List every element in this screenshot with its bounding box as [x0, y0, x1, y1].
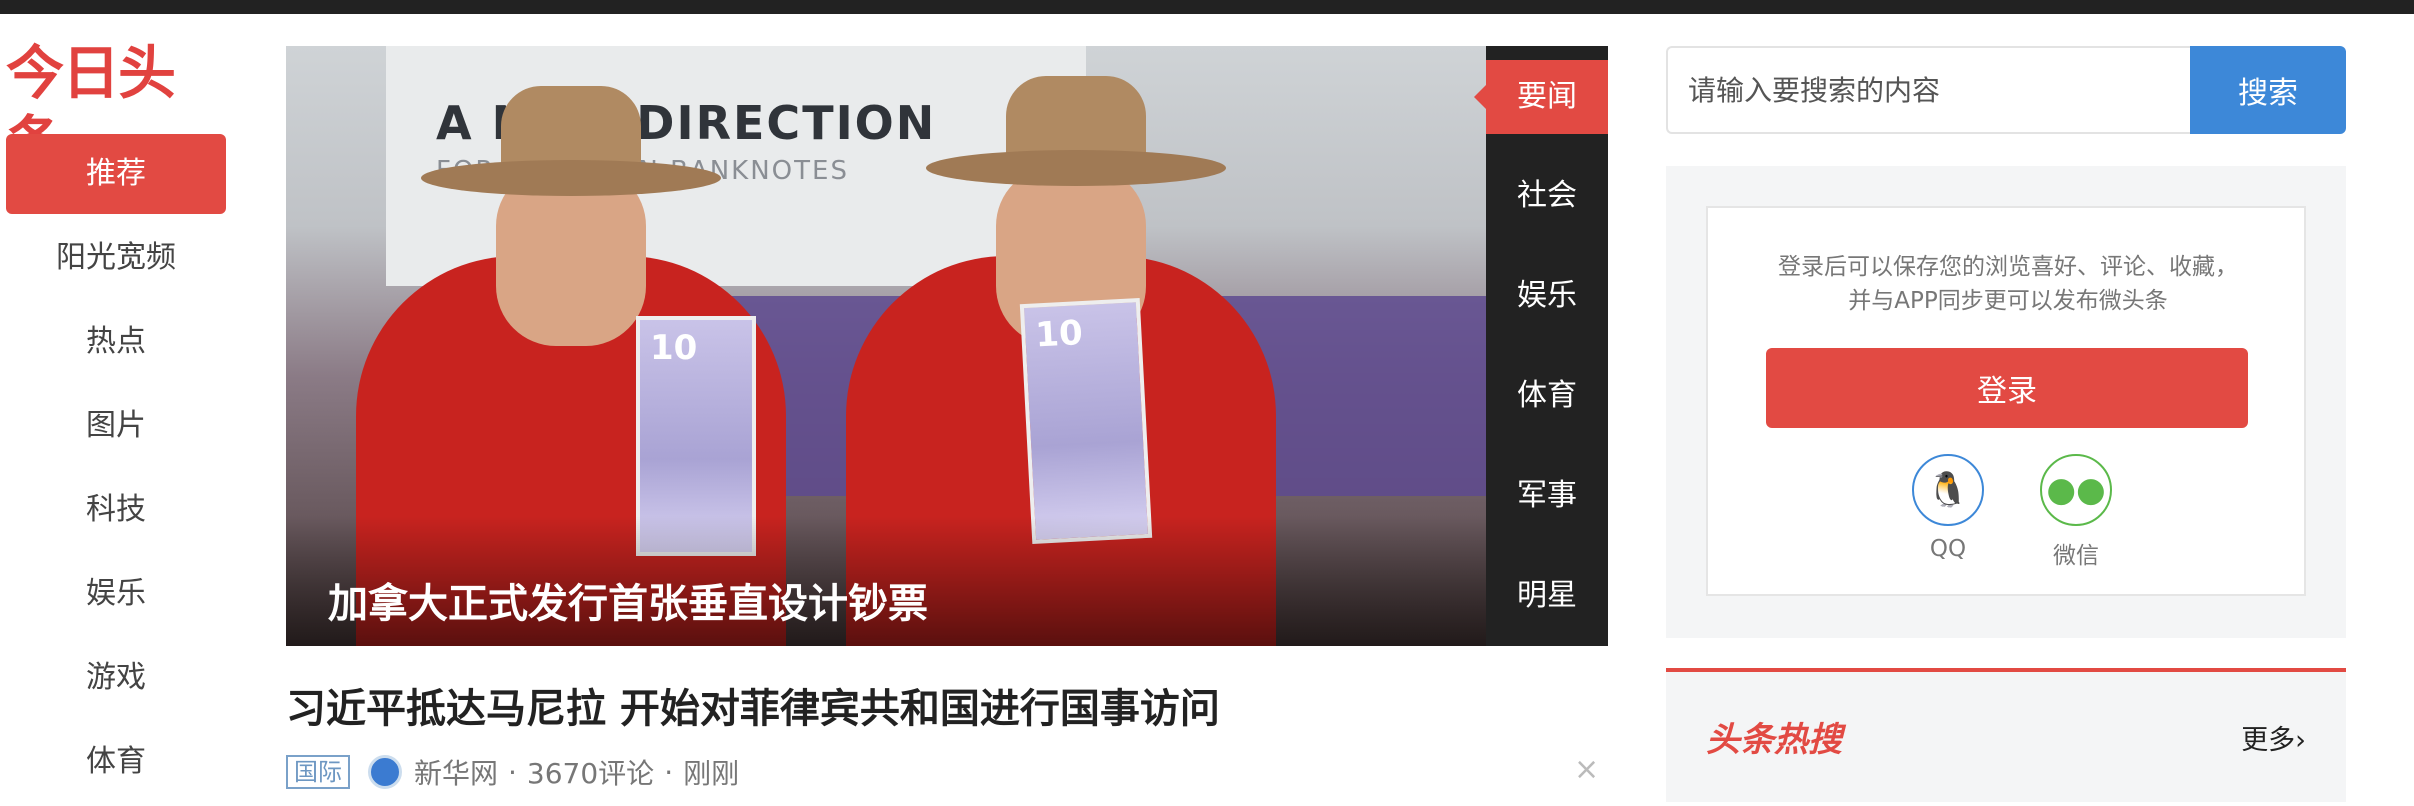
nav-item-tech[interactable]: 科技	[6, 470, 226, 550]
search-bar: 搜索	[1666, 46, 2346, 134]
dismiss-article-icon[interactable]: ×	[1574, 752, 1599, 787]
wechat-label: 微信	[2053, 543, 2099, 569]
hero-tab-entertainment[interactable]: 娱乐	[1486, 246, 1608, 346]
hero-tab-sports[interactable]: 体育	[1486, 346, 1608, 446]
hero-caption[interactable]: 加拿大正式发行首张垂直设计钞票	[328, 571, 928, 629]
officer-right-hat	[926, 76, 1226, 186]
top-bar	[0, 0, 2414, 14]
article-meta: 国际 新华网 · 3670评论 · 刚刚	[286, 752, 739, 792]
article-headline[interactable]: 习近平抵达马尼拉 开始对菲律宾共和国进行国事访问	[286, 676, 1220, 734]
article-source[interactable]: 新华网	[414, 752, 498, 792]
hero-tab-society[interactable]: 社会	[1486, 146, 1608, 246]
banknote-value: 10	[650, 328, 698, 368]
banknote-value: 10	[1034, 313, 1084, 356]
qq-login[interactable]: 🐧 QQ	[1898, 454, 1998, 562]
login-button[interactable]: 登录	[1766, 348, 2248, 428]
site-logo[interactable]: 今日头条	[6, 38, 226, 177]
nav-item-recommend[interactable]: 推荐	[6, 134, 226, 214]
login-panel: 登录后可以保存您的浏览喜好、评论、收藏， 并与APP同步更可以发布微头条 登录 …	[1666, 166, 2346, 638]
hot-search-title: 头条热搜	[1706, 720, 1842, 760]
qq-icon[interactable]: 🐧	[1912, 454, 1984, 526]
search-input[interactable]	[1666, 46, 2190, 134]
hero-tab-stars[interactable]: 明星	[1486, 546, 1608, 646]
hero-tab-news[interactable]: 要闻	[1474, 60, 1608, 134]
wechat-login[interactable]: ●● 微信	[2026, 454, 2126, 570]
hero-tab-military[interactable]: 军事	[1486, 446, 1608, 546]
officer-left-hat	[421, 86, 721, 196]
nav-item-entertainment[interactable]: 娱乐	[6, 554, 226, 634]
login-tip-line1: 登录后可以保存您的浏览喜好、评论、收藏，	[1778, 254, 2238, 280]
hot-search-panel: 头条热搜 更多›	[1666, 668, 2346, 802]
meta-separator: ·	[664, 755, 674, 789]
login-box: 登录后可以保存您的浏览喜好、评论、收藏， 并与APP同步更可以发布微头条 登录 …	[1706, 206, 2306, 596]
left-nav: 推荐 阳光宽频 热点 图片 科技 娱乐 游戏 体育	[6, 134, 226, 806]
hero-image[interactable]: A NEW DIRECTION FOR CANADIAN BANKNOTES 1…	[286, 46, 1486, 646]
article-time: 刚刚	[683, 757, 740, 790]
nav-item-images[interactable]: 图片	[6, 386, 226, 466]
hot-search-more-link[interactable]: 更多›	[2241, 718, 2306, 757]
banknote-right: 10	[1019, 298, 1153, 544]
nav-item-sports[interactable]: 体育	[6, 722, 226, 802]
article-tag[interactable]: 国际	[286, 755, 350, 789]
qq-label: QQ	[1929, 536, 1967, 562]
hero-category-list: 要闻 社会 娱乐 体育 军事 明星	[1474, 46, 1608, 646]
search-button[interactable]: 搜索	[2190, 46, 2346, 134]
nav-item-video[interactable]: 阳光宽频	[6, 218, 226, 298]
meta-separator: ·	[508, 755, 517, 789]
source-avatar-icon[interactable]	[368, 755, 402, 789]
login-tip-line2: 并与APP同步更可以发布微头条	[1848, 288, 2168, 314]
nav-item-games[interactable]: 游戏	[6, 638, 226, 718]
login-tip: 登录后可以保存您的浏览喜好、评论、收藏， 并与APP同步更可以发布微头条	[1708, 250, 2308, 318]
hero-carousel: A NEW DIRECTION FOR CANADIAN BANKNOTES 1…	[286, 46, 1608, 646]
nav-item-hot[interactable]: 热点	[6, 302, 226, 382]
article-comments[interactable]: 3670评论	[527, 752, 654, 792]
wechat-icon[interactable]: ●●	[2040, 454, 2112, 526]
